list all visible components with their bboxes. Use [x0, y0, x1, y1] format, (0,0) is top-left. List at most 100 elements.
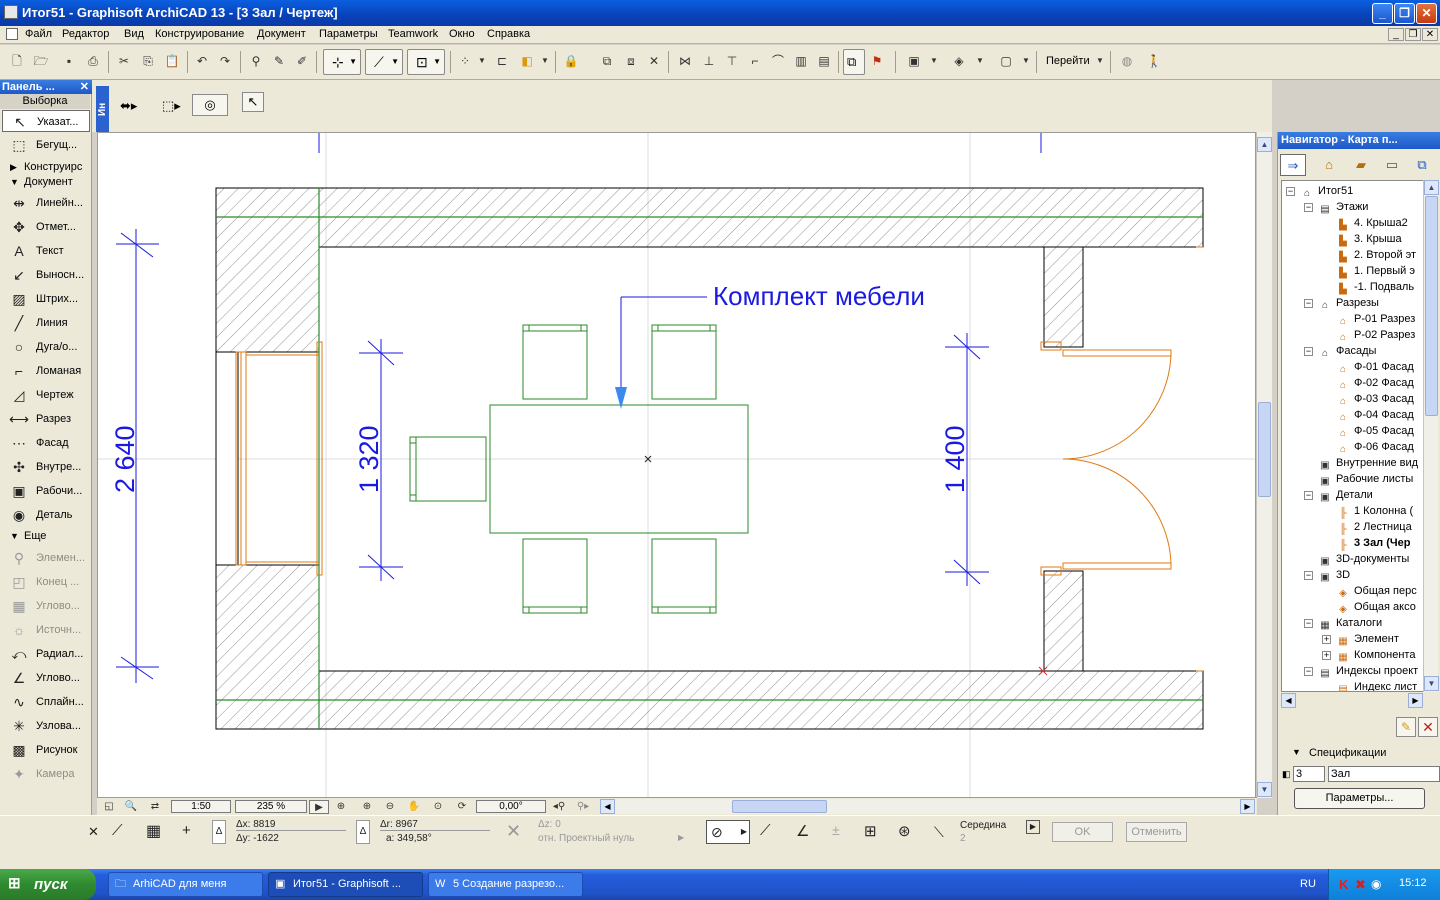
tree-item[interactable]: ╟ 1 Колонна (: [1336, 503, 1413, 519]
publisher-tab[interactable]: ▭: [1379, 154, 1405, 176]
menu-view[interactable]: Вид: [124, 28, 144, 40]
tree-scrollbar[interactable]: ▲ ▼: [1423, 180, 1439, 692]
align-icon[interactable]: ⊏: [493, 52, 511, 70]
project-map-tab[interactable]: ⇒: [1280, 154, 1306, 176]
collapse-icon[interactable]: ▼: [1292, 747, 1301, 757]
tool-doc-8[interactable]: ◿ Чертеж: [2, 384, 90, 406]
group-icon[interactable]: ⧉: [598, 52, 616, 70]
paint-icon[interactable]: ⚑: [868, 52, 886, 70]
tool-doc-4[interactable]: ▨ Штрих...: [2, 288, 90, 310]
scroll-up-icon[interactable]: ▲: [1424, 180, 1439, 195]
tree-item[interactable]: − ⌂ Фасады: [1304, 343, 1376, 359]
intersect-icon[interactable]: ⊤: [723, 52, 741, 70]
explode-icon[interactable]: ▤: [815, 52, 833, 70]
menu-help[interactable]: Справка: [487, 28, 530, 40]
tree-item[interactable]: ▤ Индекс лист: [1336, 679, 1417, 691]
close-small-icon[interactable]: ✕: [645, 52, 663, 70]
zoom-menu-icon[interactable]: ▶: [309, 800, 329, 814]
print-icon[interactable]: ⎙: [84, 52, 102, 70]
tree-item[interactable]: ▙ 4. Крыша2: [1336, 215, 1408, 231]
tree-item[interactable]: ▙ 2. Второй эт: [1336, 247, 1416, 263]
chevron-right-icon[interactable]: ▶: [678, 833, 684, 842]
geometry-method-icon[interactable]: ⬌▸: [120, 98, 137, 114]
tool-more-7[interactable]: ✳ Узлова...: [2, 715, 90, 737]
scroll-right-icon[interactable]: ▶: [1408, 693, 1423, 708]
menu-edit[interactable]: Редактор: [62, 28, 109, 40]
task-word[interactable]: W5 Создание разрезо...: [428, 872, 583, 897]
lock-icon[interactable]: 🔒: [562, 52, 580, 70]
maximize-button[interactable]: ❐: [1394, 3, 1415, 24]
horizontal-scrollbar[interactable]: ◀ ▶: [600, 799, 1256, 814]
tree-item[interactable]: − ⌂ Итог51: [1286, 183, 1353, 199]
tree-item[interactable]: ⌂ Ф-01 Фасад: [1336, 359, 1414, 375]
scroll-right-icon[interactable]: ▶: [1240, 799, 1255, 814]
dx-field[interactable]: Δx: 8819: [236, 819, 346, 831]
special-snap-icon[interactable]: ⊞: [864, 822, 877, 840]
dr-field[interactable]: Δr: 8967: [380, 819, 490, 831]
menu-teamwork[interactable]: Teamwork: [388, 28, 438, 40]
tool-doc-11[interactable]: ✣ Внутре...: [2, 456, 90, 478]
scale-icon[interactable]: ⇄: [147, 800, 163, 814]
copy-icon[interactable]: ⎘: [139, 52, 157, 70]
next-zoom-icon[interactable]: ⚲▸: [573, 800, 593, 814]
task-folder[interactable]: 🗀 ArhiCAD для меня: [108, 872, 263, 897]
tool-doc-1[interactable]: ✥ Отмет...: [2, 216, 90, 238]
ruler-icon[interactable]: ⟋: [112, 822, 123, 839]
zoom-set-icon[interactable]: ◈: [950, 52, 968, 70]
parallel-icon[interactable]: ±: [832, 822, 840, 838]
tool-doc-0[interactable]: ⇹ Линейн...: [2, 192, 90, 214]
paste-icon[interactable]: 📋: [163, 52, 181, 70]
close-icon[interactable]: ✕: [88, 824, 99, 840]
fit-window-icon[interactable]: ⊕: [333, 800, 349, 814]
undo-icon[interactable]: ↶: [193, 52, 211, 70]
mdi-close-button[interactable]: ✕: [1422, 28, 1438, 41]
tree-item[interactable]: ▙ -1. Подваль: [1336, 279, 1414, 295]
tool-more-1[interactable]: ◰ Конец ...: [2, 571, 90, 593]
tree-item[interactable]: + ▦ Компонента: [1322, 647, 1415, 663]
tree-item[interactable]: − ▤ Этажи: [1304, 199, 1368, 215]
tool-more-6[interactable]: ∿ Сплайн...: [2, 691, 90, 713]
expand-toggle-icon[interactable]: −: [1304, 347, 1313, 356]
chevron-down-icon[interactable]: ▼: [930, 52, 938, 70]
dimension-label-table[interactable]: 1 320: [354, 425, 384, 493]
goto-menu[interactable]: Перейти: [1046, 55, 1090, 67]
scroll-down-icon[interactable]: ▼: [1424, 676, 1439, 691]
tree-item[interactable]: ▣ Внутренние вид: [1318, 455, 1418, 471]
chevron-down-icon[interactable]: ▼: [1022, 52, 1030, 70]
tool-doc-7[interactable]: ⌐ Ломаная: [2, 360, 90, 382]
walk-icon[interactable]: 🚶: [1145, 52, 1163, 70]
tree-item[interactable]: ⌂ Ф-03 Фасад: [1336, 391, 1414, 407]
view-icon[interactable]: ▣: [905, 52, 923, 70]
group-construct[interactable]: ▶ Конструирс: [2, 160, 90, 174]
tool-doc-13[interactable]: ◉ Деталь: [2, 504, 90, 526]
tree-item[interactable]: ◈ Общая перс: [1336, 583, 1417, 599]
organizer-tab[interactable]: ⧉: [1409, 154, 1435, 176]
rotate-marquee-icon[interactable]: ◎: [192, 94, 228, 116]
close-icon[interactable]: ✕: [80, 80, 89, 94]
network-icon[interactable]: ◉: [1371, 877, 1381, 891]
find-select-icon[interactable]: ⚲: [247, 52, 265, 70]
snap-dropdown[interactable]: ⊡ ▼: [407, 49, 445, 75]
tree-item[interactable]: ╟ 3 Зал (Чер: [1336, 535, 1410, 551]
expand-toggle-icon[interactable]: −: [1304, 491, 1313, 500]
chevron-down-icon[interactable]: ▼: [1096, 52, 1104, 70]
mdi-restore-button[interactable]: ❐: [1405, 28, 1421, 41]
chevron-down-icon[interactable]: ▼: [478, 52, 486, 70]
tool-more-2[interactable]: ▦ Углово...: [2, 595, 90, 617]
snap-method-icon[interactable]: ⊘ ▶: [706, 820, 750, 844]
trace-toggle[interactable]: ⧉: [843, 49, 865, 75]
language-indicator[interactable]: RU: [1288, 869, 1328, 900]
tree-scroll-thumb[interactable]: [1425, 196, 1438, 416]
drawing-canvas[interactable]: Комплект мебели 2 640 1 320 1 400: [97, 132, 1256, 798]
document-icon[interactable]: [6, 28, 18, 40]
scale-field[interactable]: 1:50: [171, 800, 231, 813]
scroll-up-icon[interactable]: ▲: [1257, 137, 1272, 152]
new-icon[interactable]: 🗋: [8, 52, 26, 70]
tree-item[interactable]: ▙ 3. Крыша: [1336, 231, 1401, 247]
new-view-icon[interactable]: ✎: [1396, 717, 1416, 737]
scroll-thumb-horizontal[interactable]: [732, 800, 827, 813]
angle-field[interactable]: 0,00°: [476, 800, 546, 813]
tool-more-8[interactable]: ▩ Рисунок: [2, 739, 90, 761]
menu-document[interactable]: Документ: [257, 28, 306, 40]
orbit-icon[interactable]: ◍: [1118, 52, 1136, 70]
